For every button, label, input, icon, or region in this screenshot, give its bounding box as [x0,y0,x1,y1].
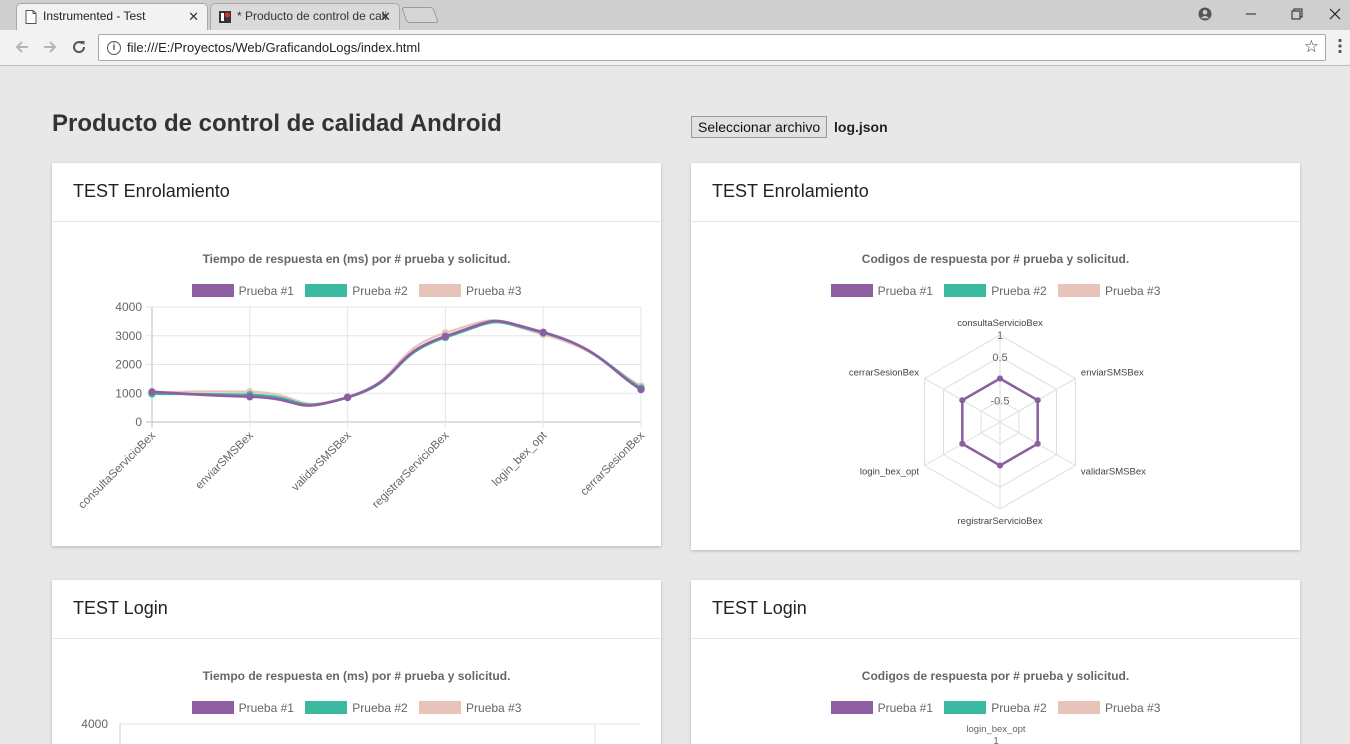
radar-tick-label: 1 [997,330,1003,342]
tab-producto-control[interactable]: * Producto de control de calidad ✕ [210,3,400,30]
file-name: log.json [834,119,888,135]
legend-label: Prueba #3 [1105,284,1161,298]
tab-title: Instrumented - Test [43,9,146,23]
y-tick-label: 4000 [81,717,108,731]
close-icon[interactable]: ✕ [188,4,199,29]
line-chart: 4000 3000 2000 1000 0consultaServicioBex envi… [76,300,648,511]
data-point-prueba1 [637,385,645,394]
radar-tick-label: -0.5 [991,395,1010,407]
radar-tick-label: 1 [993,736,999,744]
radar-tick-label: 0.5 [992,352,1007,364]
new-tab-button[interactable] [401,7,439,23]
legend-item-prueba2[interactable]: Prueba #2 [944,284,1047,298]
radar-point-prueba1 [959,440,966,447]
data-point-prueba1 [441,332,450,341]
radar-point-prueba1 [997,375,1003,382]
chart-title: Codigos de respuesta por # prueba y soli… [861,669,1130,683]
legend-swatch [1058,701,1101,714]
info-icon[interactable]: i [107,41,121,55]
radar-axis-label: cerrarSesionBex [849,368,919,379]
card-enrolamiento-tiempo: TEST Enrolamiento Tiempo de respuesta en… [52,163,661,546]
chart-legend: Prueba #1 Prueba #2 Prueba #3 [691,284,1300,298]
radar-axis-label: consultaServicioBex [957,318,1043,329]
radar-axis-label: validarSMSBex [1081,467,1146,478]
legend-swatch [944,701,987,714]
y-tick-label: 3000 [115,329,142,343]
card-header: TEST Enrolamiento [52,163,661,222]
legend-item-prueba3[interactable]: Prueba #3 [1058,701,1160,715]
chart-title: Tiempo de respuesta en (ms) por # prueba… [202,669,511,683]
radar-point-prueba1 [1034,397,1041,404]
radar-point-prueba1 [1034,440,1041,447]
x-tick-label: cerrarSesionBex [579,429,648,498]
data-point-prueba1 [246,393,254,401]
page-content: Producto de control de calidad Android S… [0,67,1350,744]
y-tick-label: 1000 [115,386,142,400]
app-icon [219,11,231,23]
reload-icon[interactable] [67,36,91,60]
tab-strip: Instrumented - Test ✕ * Producto de cont… [0,0,1350,30]
x-tick-label: validarSMSBex [290,429,354,493]
tab-instrumented-test[interactable]: Instrumented - Test ✕ [16,3,208,30]
y-tick-label: 4000 [115,300,142,314]
data-point-prueba1 [539,328,547,336]
chart-title: Codigos de respuesta por # prueba y soli… [861,252,1130,266]
close-icon[interactable]: ✕ [380,4,391,29]
browser-toolbar: i file:///E:/Proyectos/Web/GraficandoLog… [0,30,1350,66]
card-enrolamiento-codigos: TEST Enrolamiento Codigos de respuesta p… [691,163,1300,550]
x-tick-label: login_bex_opt [490,429,550,489]
back-icon[interactable] [10,36,34,60]
window-close-icon[interactable] [1320,0,1350,28]
card-header: TEST Login [52,580,661,639]
legend-swatch [830,701,873,714]
tab-title: * Producto de control de calidad [237,9,387,23]
page-icon [25,10,37,24]
legend-label: Prueba #2 [991,701,1047,715]
card-login-codigos: TEST Login Codigos de respuesta por # pr… [691,580,1300,744]
card-header: TEST Login [691,580,1300,639]
card-header: TEST Enrolamiento [691,163,1300,222]
forward-icon[interactable] [38,36,62,60]
legend-item-prueba3[interactable]: Prueba #3 [1058,284,1160,298]
select-file-button[interactable]: Seleccionar archivo [691,116,828,138]
x-tick-label: enviarSMSBex [194,429,256,491]
x-tick-label: registrarServicioBex [370,429,451,510]
chart-title: Tiempo de respuesta en (ms) por # prueba… [202,252,511,266]
legend-item-prueba1[interactable]: Prueba #1 [830,701,933,715]
minimize-icon[interactable] [1228,0,1274,28]
star-icon[interactable]: ☆ [1304,37,1319,57]
line-chart: 4000 [81,717,641,744]
legend-swatch [1058,284,1101,297]
url-text[interactable]: file:///E:/Proyectos/Web/GraficandoLogs/… [127,40,420,55]
page-title: Producto de control de calidad Android [52,110,502,137]
chart-legend: Prueba #1 Prueba #2 Prueba #3 [691,701,1300,715]
account-icon[interactable] [1182,0,1228,28]
data-point-prueba1 [148,388,156,396]
legend-label: Prueba #1 [877,701,933,715]
radar-axis-label: login_bex_opt [860,467,920,478]
radar-point-prueba1 [997,462,1003,469]
menu-icon[interactable] [1336,38,1344,54]
legend-label: Prueba #2 [991,284,1047,298]
radar-chart: login_bex_opt 1 [966,724,1026,744]
radar-axis-label: registrarServicioBex [958,516,1043,527]
address-bar[interactable]: i file:///E:/Proyectos/Web/GraficandoLog… [98,34,1326,61]
legend-swatch [830,284,873,297]
series-line-prueba3 [151,319,642,406]
radar-point-prueba1 [959,397,966,404]
y-tick-label: 0 [135,415,142,429]
legend-item-prueba1[interactable]: Prueba #1 [830,284,933,298]
y-tick-label: 2000 [115,358,142,372]
restore-icon[interactable] [1274,0,1320,28]
data-point-prueba1 [343,393,352,401]
radar-chart: 1 0.5 -0.5 consultaServicioBex enviarSMSBex v… [849,318,1146,527]
legend-swatch [944,284,987,297]
legend-item-prueba2[interactable]: Prueba #2 [944,701,1047,715]
radar-axis-label: login_bex_opt [966,724,1026,735]
x-tick-label: consultaServicioBex [76,429,158,511]
legend-label: Prueba #1 [877,284,933,298]
legend-label: Prueba #3 [1105,701,1161,715]
card-login-tiempo: TEST Login Tiempo de respuesta en (ms) p… [52,580,661,744]
radar-axis-label: enviarSMSBex [1081,368,1144,379]
